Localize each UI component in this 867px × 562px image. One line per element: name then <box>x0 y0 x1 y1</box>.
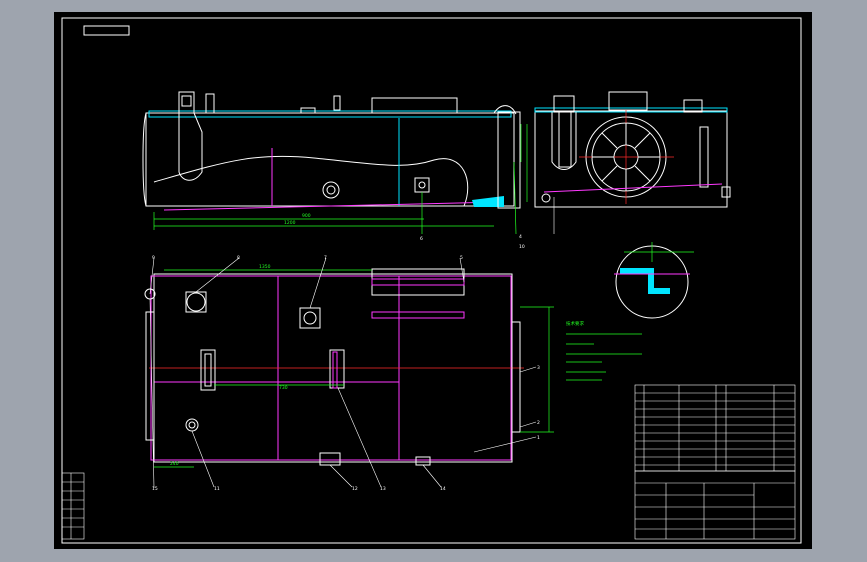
svg-text:1350: 1350 <box>259 264 271 270</box>
front-view: 900 1200 6 4 <box>142 91 528 242</box>
parts-list <box>634 384 796 472</box>
svg-text:12: 12 <box>352 486 358 492</box>
svg-text:11: 11 <box>214 486 220 492</box>
svg-text:14: 14 <box>440 486 446 492</box>
svg-text:240: 240 <box>170 461 179 467</box>
svg-text:7: 7 <box>324 255 327 261</box>
svg-text:10: 10 <box>519 244 525 250</box>
svg-text:5: 5 <box>460 255 463 261</box>
svg-text:6: 6 <box>420 236 423 242</box>
svg-text:15: 15 <box>152 486 158 492</box>
left-title-strip <box>61 472 85 540</box>
drawing-sheet: 900 1200 6 4 1350 240 730 8 7 5 11 13 12… <box>54 12 812 549</box>
side-view <box>534 91 731 208</box>
svg-text:8: 8 <box>237 255 240 261</box>
svg-text:3: 3 <box>537 365 540 371</box>
svg-text:1200: 1200 <box>284 220 296 226</box>
svg-text:1: 1 <box>537 435 540 441</box>
svg-text:730: 730 <box>279 385 288 391</box>
detail-view <box>614 242 694 319</box>
title-block <box>634 470 796 540</box>
svg-text:2: 2 <box>537 420 540 426</box>
svg-text:13: 13 <box>380 486 386 492</box>
drawing-canvas: 900 1200 6 4 1350 240 730 8 7 5 11 13 12… <box>61 17 802 544</box>
technical-notes: 技术要求 <box>566 320 642 381</box>
plan-view: 1350 240 730 8 7 5 11 13 12 14 15 1 2 3 … <box>144 197 555 492</box>
svg-text:技术要求: 技术要求 <box>566 320 584 327</box>
svg-text:9: 9 <box>152 255 155 261</box>
svg-text:4: 4 <box>519 234 522 240</box>
svg-text:900: 900 <box>302 213 311 219</box>
